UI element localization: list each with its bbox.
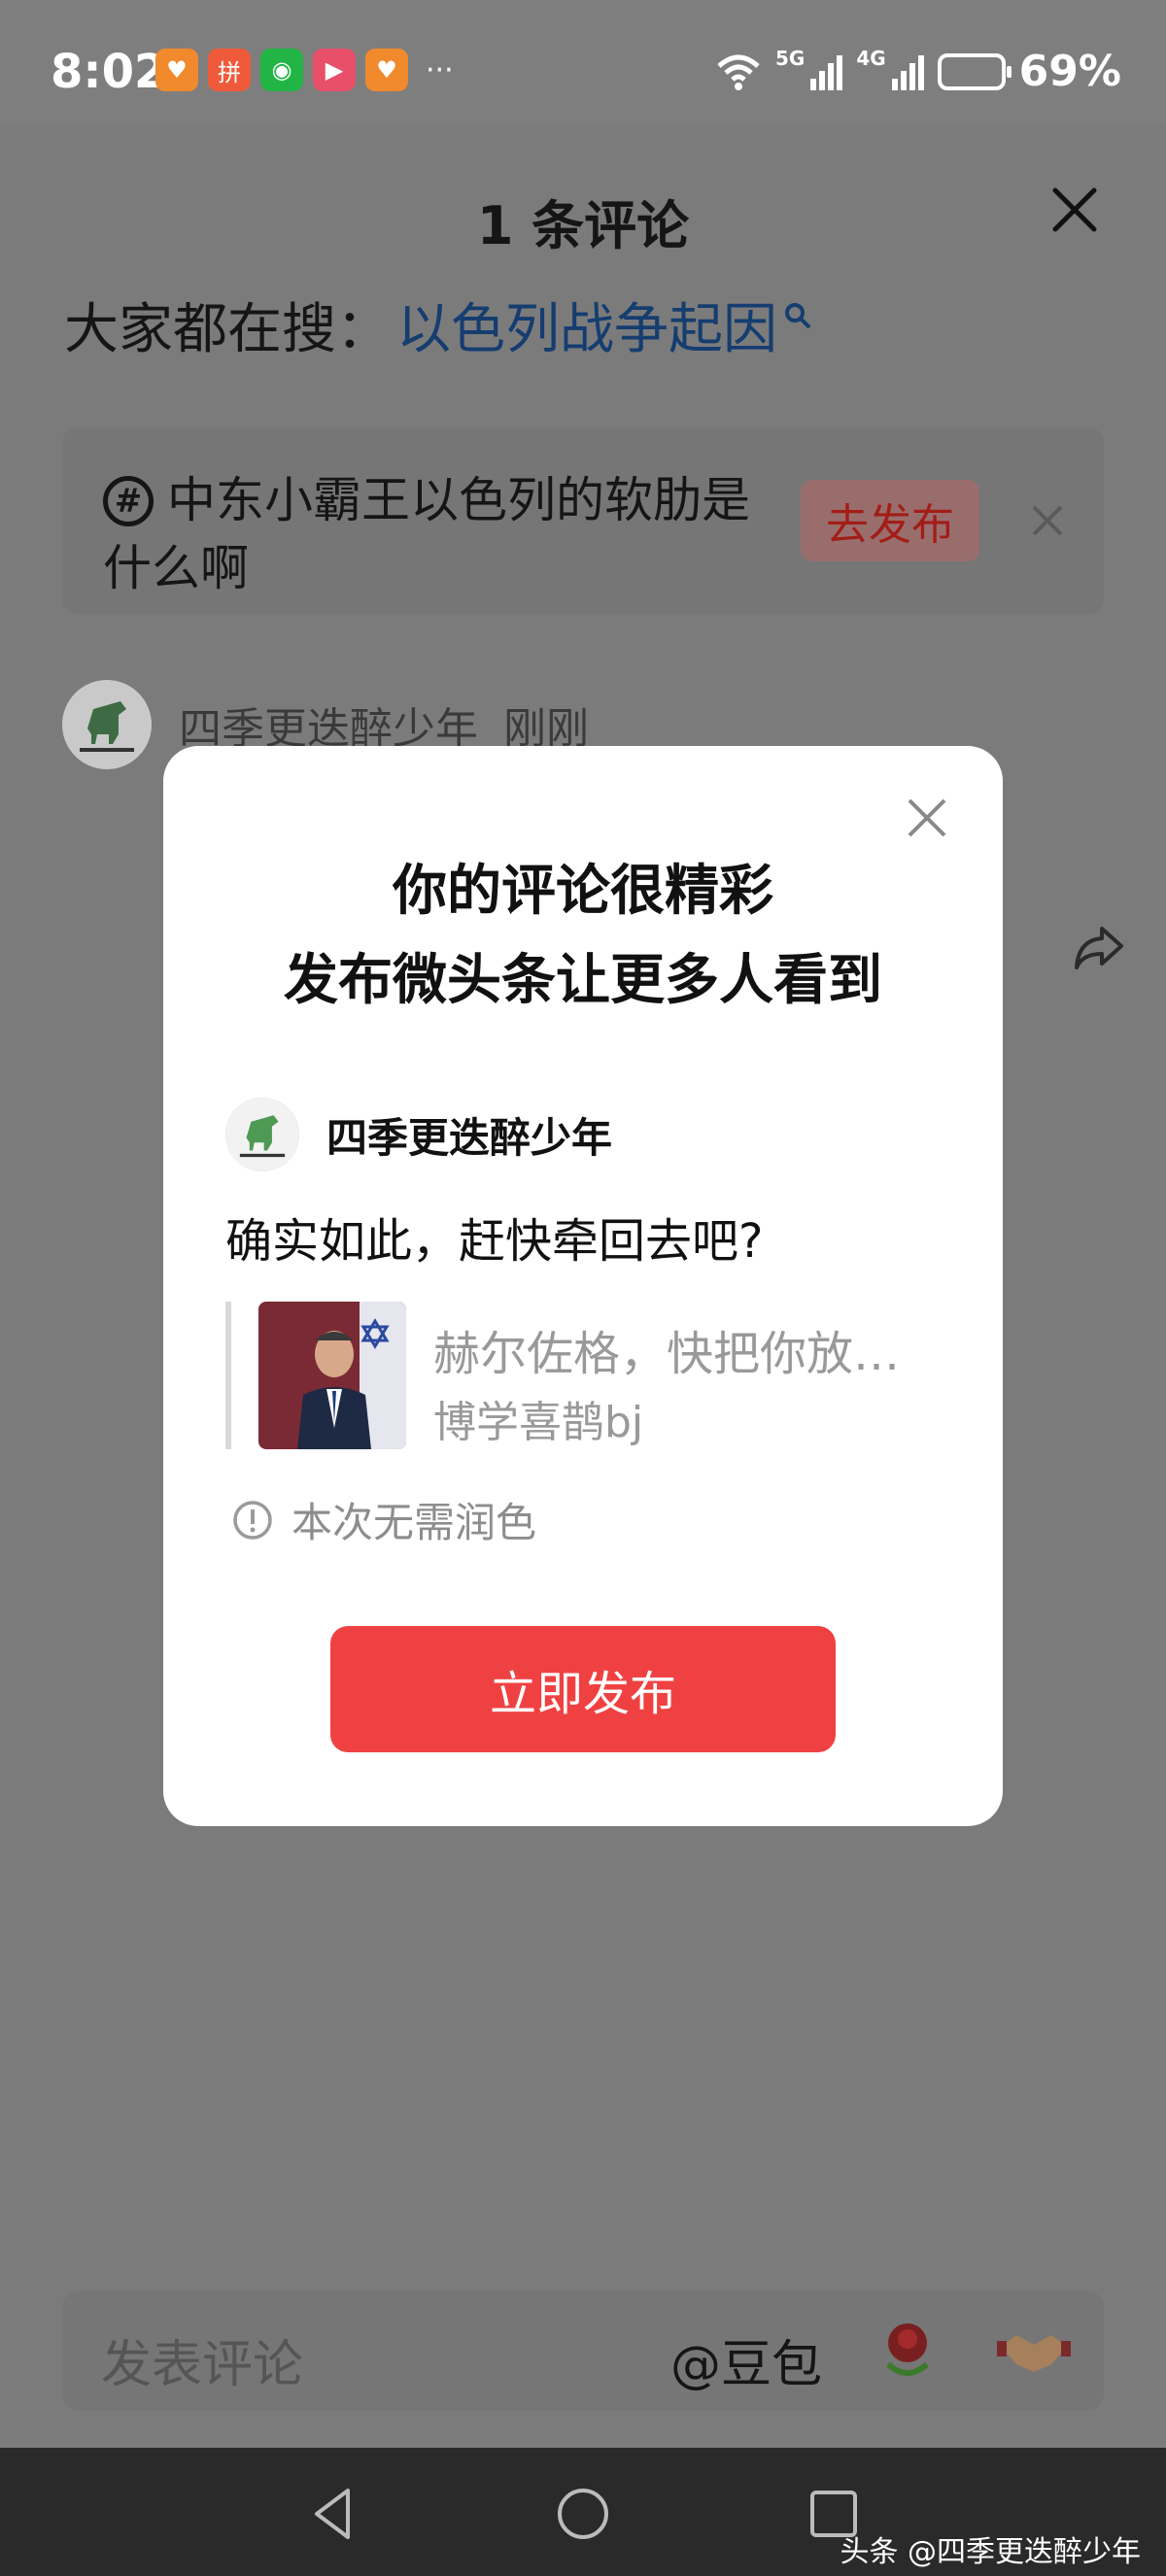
home-icon[interactable]	[552, 2483, 614, 2545]
status-right: 5G 4G 69%	[715, 47, 1121, 96]
mention-doubao-button[interactable]: @豆包	[670, 2323, 822, 2396]
share-icon[interactable]	[1069, 919, 1127, 977]
topic-text: 中东小霸王以色列的软肋是什么啊	[103, 472, 750, 596]
more-notifications-icon: ···	[426, 52, 454, 87]
wifi-icon	[717, 54, 760, 90]
wechat-icon: ◉	[260, 49, 303, 91]
publish-dialog: 你的评论很精彩 发布微头条让更多人看到 四季更迭醉少年 确实如此，赶快牵回去吧?…	[163, 746, 1003, 1826]
dialog-title-line1: 你的评论很精彩	[393, 860, 773, 923]
battery-percent: 69%	[1018, 47, 1121, 96]
publish-now-button[interactable]: 立即发布	[330, 1626, 836, 1752]
close-sheet-icon[interactable]	[1047, 183, 1102, 237]
horse-avatar-icon	[62, 680, 152, 769]
search-keyword-link[interactable]: 以色列战争起因	[396, 286, 777, 364]
dialog-username: 四季更迭醉少年	[326, 1113, 613, 1162]
quoted-article-title: 赫尔佐格，快把你放…	[433, 1327, 901, 1381]
trending-search[interactable]: 大家都在搜： 以色列战争起因	[64, 286, 812, 364]
polish-notice-text: 本次无需润色	[292, 1499, 537, 1546]
dialog-comment-text: 确实如此，赶快牵回去吧?	[225, 1214, 764, 1269]
watermark: 头条 @四季更迭醉少年	[840, 2535, 1141, 2569]
quoted-article: 赫尔佐格，快把你放… 博学喜鹊bj	[225, 1302, 944, 1449]
signal-4g-label: 4G	[856, 47, 886, 70]
signal-4g-icon	[891, 53, 924, 90]
topic-suggestion-card[interactable]: # 中东小霸王以色列的软肋是什么啊 去发布	[62, 427, 1104, 614]
heart-app-icon: ♥	[155, 49, 198, 91]
signal-5g-icon	[810, 53, 843, 90]
info-icon	[233, 1500, 272, 1540]
horse-avatar-icon	[225, 1098, 299, 1171]
dialog-user: 四季更迭醉少年	[225, 1098, 612, 1171]
comment-input-bar[interactable]: 发表评论 @豆包	[62, 2290, 1104, 2411]
dismiss-topic-icon[interactable]	[1024, 497, 1071, 544]
handshake-emoji-icon[interactable]	[995, 2318, 1073, 2386]
article-thumbnail	[258, 1302, 406, 1449]
dialog-title-line2: 发布微头条让更多人看到	[284, 949, 882, 1012]
comment-input-placeholder[interactable]: 发表评论	[101, 2323, 303, 2396]
polish-notice: 本次无需润色	[231, 1490, 536, 1549]
shopping-app-icon: 拼	[208, 49, 251, 91]
close-dialog-icon[interactable]	[906, 797, 948, 839]
video-app-icon: ▶	[313, 49, 356, 91]
search-icon	[785, 302, 811, 328]
status-time: 8:02	[51, 45, 167, 99]
heart-app-icon-2: ♥	[365, 49, 408, 91]
rose-emoji-icon[interactable]	[869, 2310, 946, 2388]
back-icon[interactable]	[303, 2483, 365, 2545]
battery-icon	[937, 52, 1012, 90]
signal-5g-label: 5G	[774, 47, 806, 70]
status-bar: 8:02 ♥ 拼 ◉ ▶ ♥ ··· 5G 4G 69%	[0, 0, 1166, 124]
sheet-title: 1 条评论	[476, 195, 690, 256]
avatar	[225, 1098, 299, 1171]
dialog-title: 你的评论很精彩 发布微头条让更多人看到	[163, 847, 1003, 1026]
quoted-article-author: 博学喜鹊bj	[433, 1398, 644, 1447]
search-prefix: 大家都在搜：	[64, 298, 391, 361]
topic-publish-button[interactable]: 去发布	[801, 480, 979, 561]
avatar[interactable]	[62, 680, 152, 769]
notification-icons: ♥ 拼 ◉ ▶ ♥ ···	[155, 49, 454, 91]
